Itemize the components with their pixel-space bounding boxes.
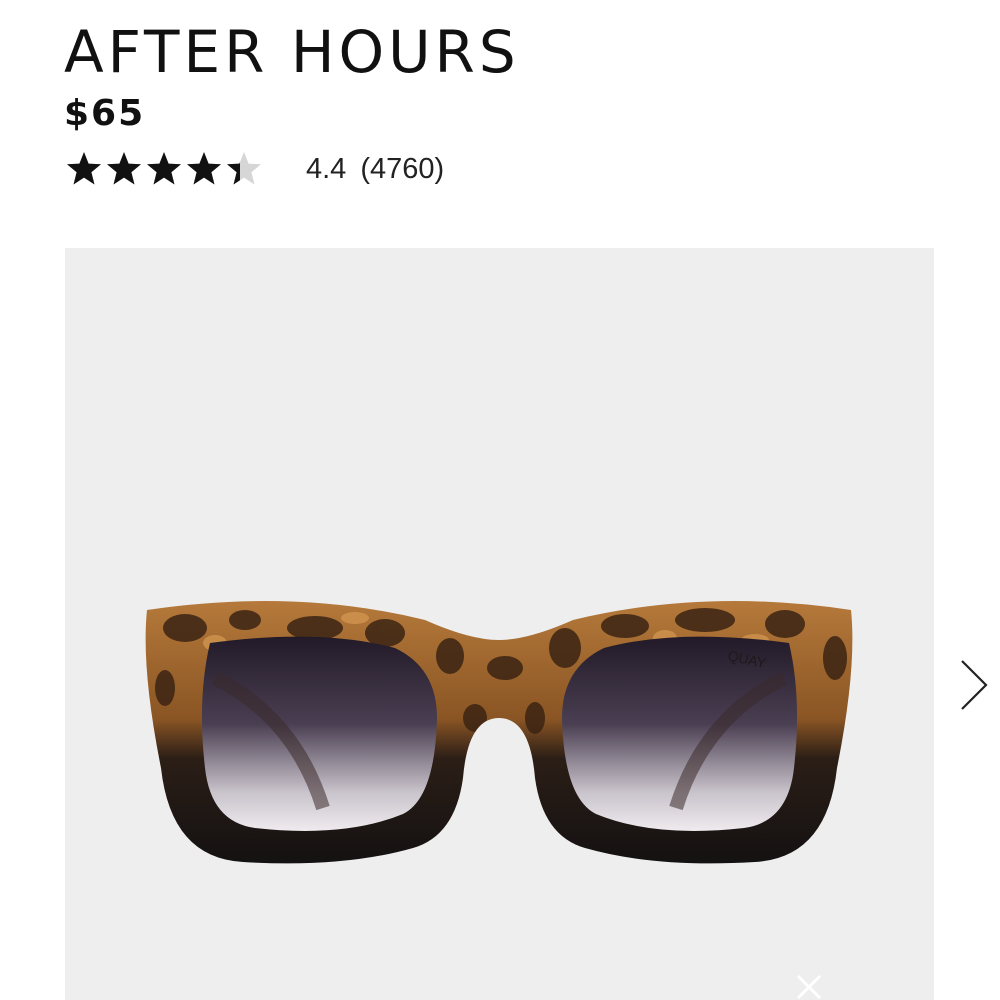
product-price: $65 (64, 93, 146, 134)
rating-text[interactable]: 4.4 (4760) (306, 153, 444, 186)
product-page: AFTER HOURS $65 4.4 (4760) QUAY (0, 0, 1000, 1000)
sunglasses-product-image: QUAY (145, 601, 853, 864)
rating-summary[interactable]: 4.4 (4760) (64, 148, 444, 190)
star-rating-icon (67, 152, 261, 185)
review-count[interactable]: (4760) (360, 153, 444, 186)
carousel-next-button[interactable] (952, 655, 996, 715)
chevron-right-icon (961, 660, 988, 710)
rating-value: 4.4 (306, 152, 347, 185)
close-icon (796, 974, 822, 1000)
product-title: AFTER HOURS (64, 18, 520, 86)
close-button[interactable] (790, 968, 830, 1000)
product-image-gallery[interactable]: QUAY (65, 248, 934, 1000)
star-rating (64, 149, 264, 189)
